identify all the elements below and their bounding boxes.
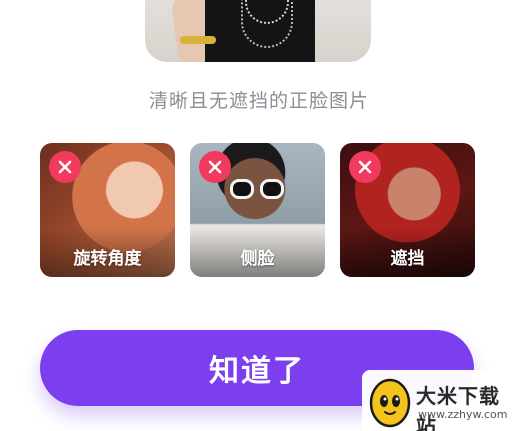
watermark-title: 大米下载站 bbox=[416, 384, 500, 431]
bad-example-label: 遮挡 bbox=[390, 249, 425, 269]
sample-photo bbox=[145, 0, 371, 62]
bad-example-label: 侧脸 bbox=[240, 249, 275, 269]
close-icon bbox=[199, 151, 231, 183]
bad-example-label: 旋转角度 bbox=[73, 249, 142, 269]
site-watermark: 大米下载站 www.zzhyw.com bbox=[362, 370, 518, 431]
close-icon bbox=[49, 151, 81, 183]
close-icon bbox=[349, 151, 381, 183]
watermark-url: www.zzhyw.com bbox=[418, 408, 508, 421]
bad-example-occluded: 遮挡 bbox=[340, 143, 475, 277]
bad-example-rotated: 旋转角度 bbox=[40, 143, 175, 277]
photo-bracelet bbox=[180, 36, 216, 44]
bad-example-profile: 侧脸 bbox=[190, 143, 325, 277]
egg-logo-icon bbox=[369, 378, 411, 428]
photo-hint-text: 清晰且无遮挡的正脸图片 bbox=[148, 90, 369, 112]
sunglasses-icon bbox=[228, 179, 286, 201]
bad-example-list: 旋转角度 侧脸 遮挡 bbox=[40, 143, 480, 277]
